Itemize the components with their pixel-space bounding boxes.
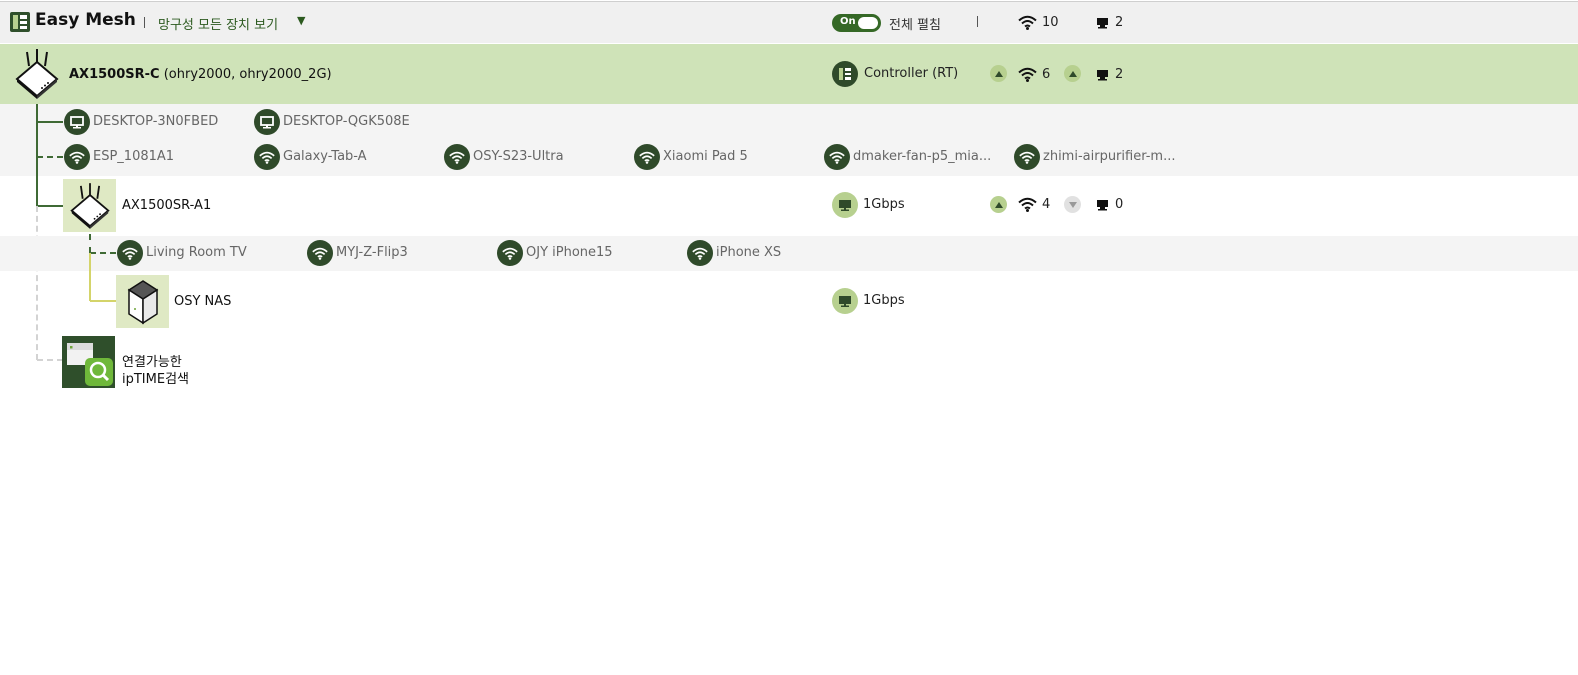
easy-mesh-logo-icon (10, 12, 30, 32)
controller-lan-count: 2 (1115, 67, 1124, 82)
nas-ethernet-icon (832, 288, 858, 314)
agent-tree-line-wifi-v (89, 234, 91, 253)
expand-all-label: 전체 펼침 (889, 18, 941, 33)
wifi-client-icon (444, 144, 470, 170)
dropdown-arrow-icon[interactable]: ▼ (297, 14, 305, 27)
tree-line-lan (37, 121, 63, 123)
agent-lan-count: 0 (1115, 197, 1124, 212)
wifi-client-icon (824, 144, 850, 170)
wifi-client-icon (307, 240, 333, 266)
lan-total-count: 2 (1115, 15, 1124, 30)
wifi-client-item[interactable]: OJY iPhone15 (526, 245, 613, 260)
wifi-client-item[interactable]: MYJ-Z-Flip3 (336, 245, 408, 260)
controller-wifi-expand-arrow-icon[interactable] (990, 65, 1007, 82)
wifi-client-icon (117, 240, 143, 266)
agent-tree-line-nas-v (89, 253, 91, 301)
agent-router-tile[interactable] (63, 179, 116, 232)
wifi-client-item[interactable]: OSY-S23-Ultra (473, 149, 564, 164)
tree-line-search (36, 206, 38, 360)
nas-link-speed: 1Gbps (863, 293, 905, 308)
agent-name[interactable]: AX1500SR-A1 (122, 198, 211, 213)
lan-client-item[interactable]: DESKTOP-QGK508E (283, 114, 410, 129)
controller-title[interactable]: AX1500SR-C (ohry2000, ohry2000_2G) (69, 67, 332, 82)
agent-wifi-icon (1018, 197, 1037, 212)
search-label-line1: 연결가능한 (122, 355, 182, 370)
router-icon (14, 48, 60, 100)
wifi-client-item[interactable]: Xiaomi Pad 5 (663, 149, 748, 164)
wifi-client-icon (254, 144, 280, 170)
controller-ssids: (ohry2000, ohry2000_2G) (163, 67, 332, 82)
wifi-client-icon (64, 144, 90, 170)
lan-client-icon (254, 109, 280, 135)
wifi-client-icon (1014, 144, 1040, 170)
agent-tree-line-wifi (90, 252, 116, 254)
agent-lan-icon (1096, 199, 1109, 211)
controller-role: Controller (RT) (864, 66, 959, 81)
controller-role-icon (832, 61, 858, 87)
wifi-client-icon (634, 144, 660, 170)
agent-ethernet-icon (832, 192, 858, 218)
agent-wifi-count: 4 (1042, 197, 1051, 212)
search-label-line2: ipTIME검색 (122, 372, 189, 387)
controller-clients-band (0, 104, 1578, 176)
toggle-knob (858, 17, 878, 29)
wifi-client-item[interactable]: iPhone XS (716, 245, 781, 260)
tree-line-agent (37, 205, 63, 207)
agent-wifi-expand-arrow-icon[interactable] (990, 196, 1007, 213)
controller-lan-icon (1096, 69, 1109, 81)
wifi-client-item[interactable]: Galaxy-Tab-A (283, 149, 367, 164)
wifi-client-icon (497, 240, 523, 266)
wifi-client-item[interactable]: zhimi-airpurifier-m... (1043, 149, 1175, 164)
tree-line-search-h (37, 359, 63, 361)
nas-name[interactable]: OSY NAS (174, 294, 231, 309)
wifi-client-icon (687, 240, 713, 266)
tree-line-wifi (37, 156, 63, 158)
header-separator (144, 17, 145, 28)
lan-client-item[interactable]: DESKTOP-3N0FBED (93, 114, 218, 129)
tree-line-main (36, 104, 38, 206)
wifi-total-icon (1018, 15, 1037, 30)
controller-name: AX1500SR-C (69, 67, 160, 82)
agent-tree-line-nas (90, 300, 116, 302)
lan-total-icon (1096, 17, 1109, 29)
view-all-devices-menu[interactable]: 망구성 모든 장치 보기 (158, 14, 278, 33)
search-iptime-label[interactable]: 연결가능한 ipTIME검색 (122, 354, 189, 388)
agent-lan-collapse-arrow-icon[interactable] (1064, 196, 1081, 213)
controller-wifi-icon (1018, 67, 1037, 82)
search-iptime-button[interactable] (62, 336, 115, 388)
controller-lan-expand-arrow-icon[interactable] (1064, 65, 1081, 82)
expand-all-toggle[interactable]: On (832, 14, 881, 32)
lan-client-icon (64, 109, 90, 135)
toggle-state-label: On (840, 16, 856, 27)
app-title: Easy Mesh (35, 10, 136, 30)
nas-tile[interactable] (116, 275, 169, 328)
wifi-client-item[interactable]: Living Room TV (146, 245, 247, 260)
wifi-total-count: 10 (1042, 15, 1059, 30)
agent-link-speed: 1Gbps (863, 197, 905, 212)
controller-wifi-count: 6 (1042, 67, 1051, 82)
wifi-client-item[interactable]: ESP_1081A1 (93, 149, 174, 164)
wifi-client-item[interactable]: dmaker-fan-p5_mia... (853, 149, 991, 164)
header-separator-2 (977, 16, 978, 27)
